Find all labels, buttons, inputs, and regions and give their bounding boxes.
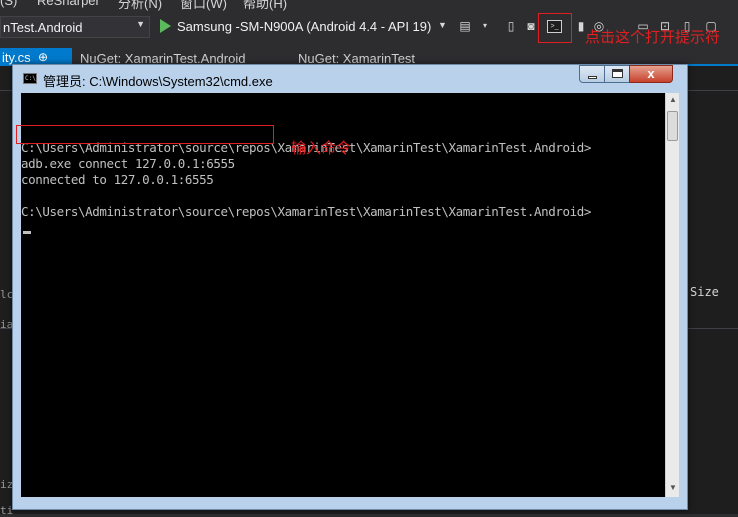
scroll-up-icon[interactable]: ▲	[666, 93, 680, 107]
console-line: adb.exe connect 127.0.0.1:6555	[21, 156, 235, 171]
chevron-down-icon[interactable]: ▾	[478, 18, 492, 34]
device-manager-icon[interactable]: ▯	[504, 18, 518, 34]
startup-project-dropdown[interactable]: nTest.Android ▼	[0, 16, 150, 38]
adb-command-prompt-icon[interactable]: >_	[547, 20, 562, 33]
close-icon: x	[647, 66, 655, 81]
scroll-down-icon[interactable]: ▼	[666, 481, 680, 495]
minimize-icon	[588, 76, 597, 79]
text-cursor	[23, 231, 31, 234]
cmd-title-bar[interactable]: C:\ 管理员: C:\Windows\System32\cmd.exe x	[13, 65, 687, 93]
command-annotation: 输入命令	[291, 140, 352, 157]
cmd-app-icon[interactable]: C:\	[23, 73, 37, 84]
console-line: connected to 127.0.0.1:6555	[21, 172, 214, 187]
chevron-down-icon: ▼	[136, 19, 145, 29]
tab-label: ity.cs	[2, 50, 31, 65]
pin-icon[interactable]: ⊕	[38, 50, 48, 64]
maximize-button[interactable]	[604, 65, 630, 83]
startup-project-value: nTest.Android	[3, 20, 83, 35]
minimize-button[interactable]	[579, 65, 605, 83]
size-column-header: Size	[690, 285, 719, 299]
close-button[interactable]: x	[629, 65, 673, 83]
maximize-icon	[612, 69, 623, 78]
menu-item-window[interactable]: 窗口(W)	[180, 0, 227, 12]
start-debug-icon[interactable]	[160, 19, 171, 33]
vertical-scrollbar[interactable]: ▲ ▼	[665, 93, 679, 497]
chevron-down-icon[interactable]: ▼	[438, 20, 447, 30]
scrollbar-thumb[interactable]	[667, 111, 678, 141]
menu-item-help[interactable]: 帮助(H)	[243, 0, 287, 12]
command-highlight-box	[16, 125, 274, 144]
menu-item-s[interactable]: (S)	[0, 0, 17, 8]
target-device-button[interactable]: Samsung -SM-N900A (Android 4.4 - API 19)	[177, 19, 431, 34]
cmd-window-title: 管理员: C:\Windows\System32\cmd.exe	[43, 74, 273, 89]
camera-icon[interactable]: ◙	[524, 18, 538, 34]
menu-item-resharper[interactable]: ReSharper	[37, 0, 100, 8]
menu-item-analyze[interactable]: 分析(N)	[118, 0, 162, 12]
console-line: C:\Users\Administrator\source\repos\Xama…	[21, 204, 592, 219]
menu-bar: (S) ReSharper 分析(N) 窗口(W) 帮助(H)	[0, 0, 738, 12]
folder-icon[interactable]: ▤	[458, 18, 472, 34]
